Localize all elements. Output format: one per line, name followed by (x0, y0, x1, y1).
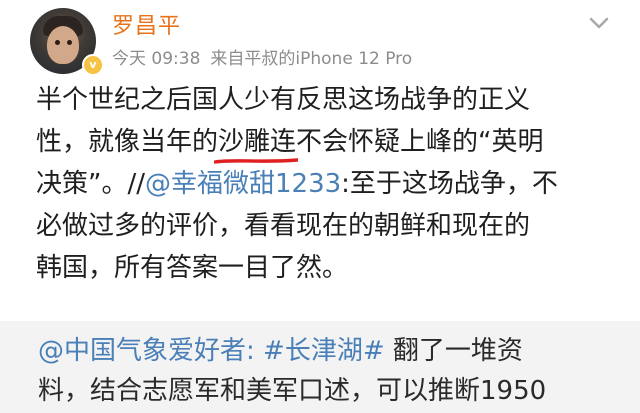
red-underline-mark (214, 158, 299, 164)
post-body-line: 决策”。//@幸福微甜1233:至于这场战争，不 (36, 163, 611, 205)
vip-badge-icon: v (82, 54, 104, 76)
post-body-line: 半个世纪之后国人少有反思这场战争的正义 (36, 85, 531, 115)
post-body-text: 半个世纪之后国人少有反思这场战争的正义 性，就像当年的沙雕连 不会怀疑上峰的“英明… (36, 79, 611, 289)
post-meta: 今天 09:38 来自平叔的iPhone 12 Pro (112, 44, 412, 69)
post-body-line: 性，就像当年的沙雕连 不会怀疑上峰的“英明 (36, 121, 611, 164)
post-body-line: 韩国，所有答案一目了然。 (36, 253, 349, 283)
post-body-segment: :至于这场战争，不 (341, 169, 558, 199)
repost-separator: : (246, 336, 264, 366)
avatar-eye-left (55, 40, 60, 45)
reposted-content[interactable]: @中国气象爱好者: #长津湖# 翻了一堆资 料，结合志愿军和美军口述，可以推断1… (0, 321, 640, 413)
post-body-line: 必做过多的评价，看看现在的朝鲜和现在的 (36, 211, 531, 241)
avatar-eye-right (67, 40, 72, 45)
post-timestamp: 今天 09:38 (112, 49, 201, 69)
post-username[interactable]: 罗昌平 (112, 8, 181, 40)
repost-author-mention[interactable]: @中国气象爱好者 (38, 336, 246, 366)
repost-text: @中国气象爱好者: #长津湖# 翻了一堆资 料，结合志愿军和美军口述，可以推断1… (38, 331, 628, 411)
underlined-phrase: 沙雕连 (214, 121, 299, 164)
avatar-face (47, 26, 79, 64)
repost-segment: 翻了一堆资 (384, 336, 523, 366)
post-source[interactable]: 来自平叔的iPhone 12 Pro (210, 49, 412, 69)
repost-line: 料，结合志愿军和美军口述，可以推断1950 (38, 376, 547, 406)
hashtag-link[interactable]: #长津湖# (263, 336, 385, 366)
user-mention-link[interactable]: @幸福微甜1233 (145, 169, 341, 199)
post-body-segment: 不会怀疑上峰的“英明 (296, 127, 544, 157)
chevron-down-icon[interactable] (586, 10, 612, 36)
weibo-post-card: v 罗昌平 今天 09:38 来自平叔的iPhone 12 Pro 半个世纪之后国… (0, 0, 640, 413)
repost-line: @中国气象爱好者: #长津湖# 翻了一堆资 (38, 331, 628, 371)
post-body-segment: 性，就像当年的 (36, 127, 219, 157)
post-body-segment: 决策”。// (36, 169, 145, 199)
post-header: v 罗昌平 今天 09:38 来自平叔的iPhone 12 Pro (28, 6, 618, 76)
underlined-phrase-text: 沙雕连 (218, 127, 297, 157)
